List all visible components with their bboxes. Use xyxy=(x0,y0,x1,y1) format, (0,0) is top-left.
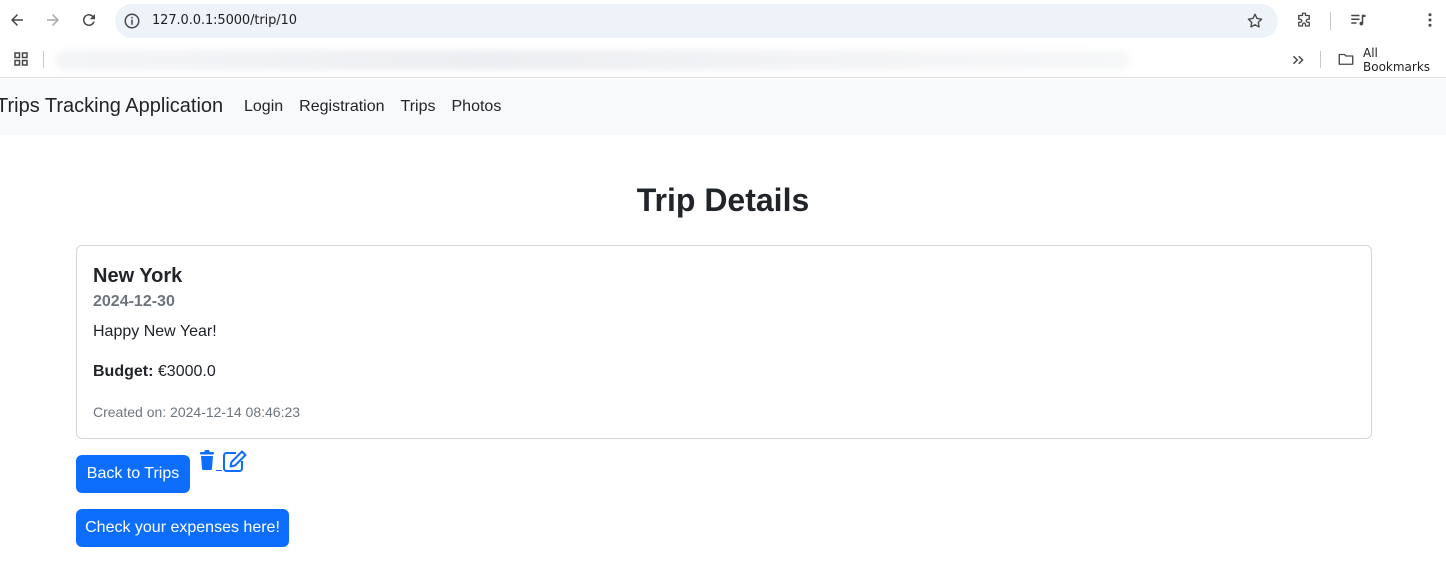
back-to-trips-button[interactable]: Back to Trips xyxy=(76,455,190,493)
bookmarks-divider xyxy=(43,51,44,68)
media-control-icon[interactable] xyxy=(1348,10,1368,30)
nav-link-registration[interactable]: Registration xyxy=(299,98,384,116)
toolbar-divider xyxy=(1330,12,1331,30)
bookmarks-bar: All Bookmarks xyxy=(0,42,1446,78)
check-expenses-button[interactable]: Check your expenses here! xyxy=(76,509,289,547)
trip-destination: New York xyxy=(93,265,183,287)
budget-value: €3000.0 xyxy=(157,363,216,380)
page-title: Trip Details xyxy=(636,182,810,218)
browser-toolbar: 127.0.0.1:5000/trip/10 xyxy=(0,0,1446,42)
trip-description: Happy New Year! xyxy=(93,323,217,340)
edit-icon[interactable] xyxy=(222,449,248,473)
nav-link-photos[interactable]: Photos xyxy=(452,98,502,116)
bookmark-star-icon[interactable] xyxy=(1246,12,1264,30)
trip-created-date: Created on: 2024-12-14 08:46:23 xyxy=(93,404,301,420)
apps-grid-icon[interactable] xyxy=(12,50,30,68)
trip-card: New York 2024-12-30 Happy New Year! Budg… xyxy=(76,245,1372,439)
bookmarks-divider xyxy=(1320,51,1321,68)
menu-kebab-icon[interactable] xyxy=(1420,10,1440,30)
blurred-bookmarks xyxy=(55,50,1130,70)
app-navbar: Trips Tracking Application Login Registr… xyxy=(0,79,1446,135)
nav-link-login[interactable]: Login xyxy=(244,98,283,116)
nav-links: Login Registration Trips Photos xyxy=(244,98,501,116)
back-arrow-icon[interactable] xyxy=(6,9,28,31)
address-bar[interactable]: 127.0.0.1:5000/trip/10 xyxy=(115,4,1278,38)
trip-budget: Budget: €3000.0 xyxy=(93,363,216,381)
trip-date: 2024-12-30 xyxy=(93,293,175,310)
extensions-icon[interactable] xyxy=(1294,10,1314,30)
folder-icon xyxy=(1337,50,1355,71)
reload-icon[interactable] xyxy=(78,9,100,31)
all-bookmarks-label: All Bookmarks xyxy=(1363,46,1431,74)
trash-icon[interactable] xyxy=(198,449,216,471)
budget-label: Budget: xyxy=(93,363,154,380)
chevron-double-right-icon[interactable] xyxy=(1289,51,1307,69)
url-text[interactable]: 127.0.0.1:5000/trip/10 xyxy=(152,13,297,28)
forward-arrow-icon[interactable] xyxy=(42,9,64,31)
nav-link-trips[interactable]: Trips xyxy=(401,98,436,116)
all-bookmarks-button[interactable]: All Bookmarks xyxy=(1337,46,1446,74)
site-info-icon[interactable] xyxy=(123,12,141,30)
navbar-brand[interactable]: Trips Tracking Application xyxy=(0,95,223,118)
